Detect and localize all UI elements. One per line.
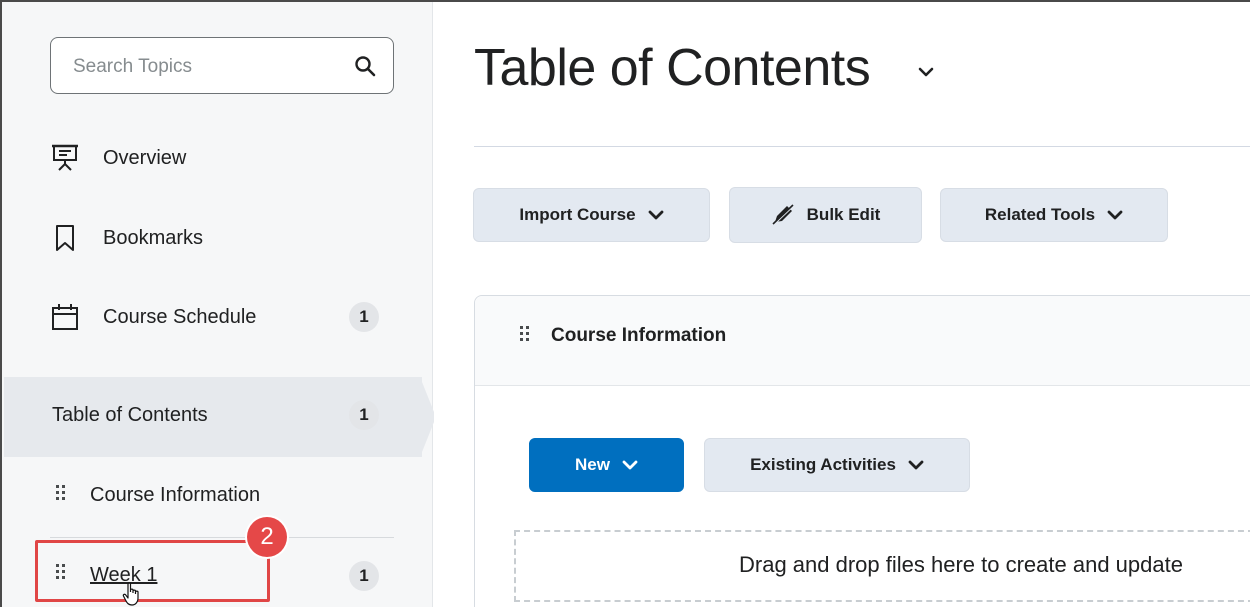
chevron-down-icon [908,460,924,470]
module-title: Course Information [551,325,727,346]
chevron-down-icon [622,460,638,470]
button-label: Related Tools [984,205,1096,224]
divider [474,146,1250,147]
sidebar-item-overview[interactable]: Overview [2,127,433,191]
hand-cursor-icon [122,582,139,606]
sidebar-item-label: Overview [103,147,187,169]
main-content: Table of Contents Import Course Bulk Edi… [434,2,1250,607]
count-badge: 1 [349,561,379,591]
search-input[interactable]: Search Topics [50,37,394,94]
chevron-down-icon [648,210,663,220]
file-dropzone[interactable]: Drag and drop files here to create and u… [514,530,1250,602]
sidebar-item-label: Course Schedule [103,306,257,328]
search-icon[interactable] [353,54,377,78]
search-placeholder: Search Topics [73,56,192,77]
button-label: Bulk Edit [806,205,881,224]
bulk-edit-button[interactable]: Bulk Edit [729,187,922,243]
pencil-icon [771,204,794,226]
calendar-icon [52,304,78,330]
sidebar-item-table-of-contents[interactable]: Table of Contents 1 [4,377,422,457]
callout-highlight-box [35,540,270,602]
existing-activities-button[interactable]: Existing Activities [704,438,970,492]
divider [50,537,394,538]
presentation-icon [52,144,78,171]
chevron-down-icon[interactable] [916,62,936,82]
sidebar-item-bookmarks[interactable]: Bookmarks [2,206,433,270]
sidebar-item-label: Table of Contents [52,404,208,426]
new-button[interactable]: New [529,438,684,492]
dropzone-text: Drag and drop files here to create and u… [739,552,1183,577]
chevron-down-icon [1107,210,1123,220]
drag-handle-icon[interactable] [56,485,66,505]
module-label: Course Information [90,484,261,506]
page-title: Table of Contents [474,39,871,97]
sidebar: Search Topics Overview Bookmarks Course … [2,2,436,607]
count-badge: 1 [349,400,379,430]
count-badge: 1 [349,302,379,332]
bookmark-icon [56,225,74,251]
sidebar-module-course-information[interactable]: Course Information [2,465,433,525]
button-label: Import Course [519,205,636,224]
drag-handle-icon[interactable] [520,326,530,346]
button-label: New [575,455,610,474]
related-tools-button[interactable]: Related Tools [940,188,1168,242]
sidebar-item-label: Bookmarks [103,227,204,249]
step-number-badge: 2 [247,517,287,557]
button-label: Existing Activities [750,455,896,474]
sidebar-item-course-schedule[interactable]: Course Schedule 1 [2,285,433,349]
module-header: Course Information [475,296,1250,386]
import-course-button[interactable]: Import Course [473,188,710,242]
